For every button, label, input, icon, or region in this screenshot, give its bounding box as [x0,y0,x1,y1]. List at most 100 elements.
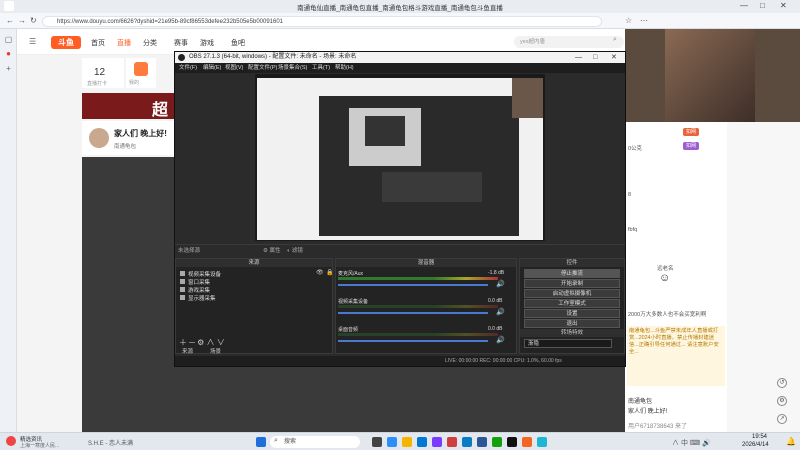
extensions-icon[interactable]: ⋯ [640,16,648,25]
streamer-tag[interactable]: 南通龟包 [114,142,136,150]
tabs-icon[interactable]: ▢ [3,35,14,46]
browser-title-bar: 南通龟仙直播_南通龟包直播_南通龟包格斗游戏直播_南通龟包斗鱼直播 — □ ✕ [0,0,800,13]
source-item[interactable]: 游戏采集 [180,286,210,294]
store-icon[interactable] [417,437,427,447]
share-icon[interactable]: ↗ [777,414,787,424]
settings-icon[interactable]: ⚙ [777,396,787,406]
taskbar-search[interactable]: 搜索 [270,436,360,448]
speaker-icon[interactable]: 🔊 [496,280,505,288]
menu-help[interactable]: 帮助(H) [335,63,354,73]
favorites-icon[interactable]: ☆ [625,16,632,25]
clock-time[interactable]: 19:54 [752,434,767,440]
media-title[interactable]: S.H.E - 恋人未满 [88,438,133,447]
nav-home[interactable]: 首页 [91,38,105,48]
speaker-icon[interactable]: 🔊 [496,308,505,316]
refresh-icon[interactable]: ↻ [30,16,37,25]
transition-select[interactable]: 渐隐 [524,339,612,348]
obs-minimize-button[interactable]: — [575,52,582,63]
obs-window: OBS 27.1.3 (64-bit, windows) - 配置文件: 未命名… [174,51,626,367]
room-banner: 超 [82,93,178,119]
app-icon[interactable] [522,437,532,447]
chat-badge: 扣网 [683,142,700,150]
app-icon[interactable] [432,437,442,447]
mixer-channel: 麦克风/Aux -1.8 dB 🔊 [338,270,505,288]
maximize-button[interactable]: □ [760,1,765,10]
studio-mode-button[interactable]: 工作室模式 [524,299,620,308]
obs-taskbar-icon[interactable] [507,437,517,447]
app-icon[interactable] [477,437,487,447]
notification-icon[interactable]: 🔔 [786,437,796,446]
app-icon[interactable] [462,437,472,447]
nav-fishbar[interactable]: 鱼吧 [231,38,245,48]
tab-sources[interactable]: 来源 [182,347,193,355]
nav-category[interactable]: 分类 [143,38,157,48]
settings-button[interactable]: 设置 [524,309,620,318]
clock-date[interactable]: 2026/4/14 [742,442,769,448]
webcam-feed [625,29,800,122]
chat-badge: 扣网 [683,128,700,136]
search-icon[interactable]: ⌕ [613,36,617,44]
fan-icon [134,62,148,76]
volume-slider[interactable] [338,340,488,342]
explorer-icon[interactable] [402,437,412,447]
source-item[interactable]: 窗口采集 [180,278,210,286]
menu-view[interactable]: 视图(V) [225,63,243,73]
obs-maximize-button[interactable]: □ [593,52,597,63]
url-input[interactable]: https://www.douyu.com/6626?dyshid=21e95b… [42,16,602,27]
follow-label: 直播打卡 [87,81,108,87]
speaker-icon[interactable]: 🔊 [496,336,505,344]
streamer-avatar[interactable] [89,128,109,148]
address-bar-row: ← → ↻ https://www.douyu.com/6626?dyshid=… [0,13,800,29]
app-icon[interactable] [537,437,547,447]
tab-scenes[interactable]: 场景 [210,347,221,355]
room-notice: 南通龟包...斗鱼严禁未成年人直播或打赏...2024小时直播，禁止传播封建迷信… [627,326,725,386]
news-icon[interactable] [6,436,16,446]
close-button[interactable]: ✕ [780,1,787,10]
visibility-icon[interactable]: 👁 [316,269,324,276]
mixer-title: 混音器 [336,259,516,267]
source-item[interactable]: 显示器采集 [180,294,216,302]
app-icon[interactable] [492,437,502,447]
app-icon[interactable] [447,437,457,447]
volume-slider[interactable] [338,284,488,286]
menu-file[interactable]: 文件(F) [179,63,197,73]
menu-edit[interactable]: 编辑(E) [203,63,221,73]
status-text: LIVE: 00:00:00 REC: 00:00:00 CPU: 1.0%, … [445,358,562,364]
virtual-camera-button[interactable]: 启动虚拟摄像机 [524,289,620,298]
obs-close-button[interactable]: ✕ [611,52,617,63]
edge-icon[interactable] [387,437,397,447]
task-view-icon[interactable] [372,437,382,447]
follow-count-card[interactable]: 12 直播打卡 [82,58,124,88]
no-source-label: 未选择源 [178,248,201,254]
start-recording-button[interactable]: 开始录制 [524,279,620,288]
back-icon[interactable]: ← [6,16,14,25]
new-tab-icon[interactable]: + [3,64,14,75]
tray-icons[interactable]: ∧ 中 ⌨ 🔊 [672,438,711,448]
douyu-search-input[interactable]: yes超内唐 [514,36,624,48]
history-icon[interactable]: ↺ [777,378,787,388]
nav-events[interactable]: 赛事 [174,38,188,48]
lock-icon[interactable]: 🔒 [326,269,333,276]
douyu-logo[interactable]: 斗鱼 [51,36,81,49]
minimize-button[interactable]: — [740,1,748,10]
stop-streaming-button[interactable]: 停止推流 [524,269,620,278]
douyu-tab-icon[interactable]: ● [3,49,14,60]
volume-slider[interactable] [338,312,488,314]
menu-profile[interactable]: 配置文件(P) [248,63,277,73]
properties-button[interactable]: ⚙ 属性 [263,245,280,257]
exit-button[interactable]: 退出 [524,319,620,328]
chat-panel: 扣网 扣网 0公克 8 fbfq 远老名 ☺ 2000万大多数人也不会买宽利啊 … [625,122,727,432]
nav-live[interactable]: 直播 [117,38,131,48]
nav-games[interactable]: 游戏 [200,38,214,48]
fan-label: 我的 [129,80,140,86]
menu-scene-collection[interactable]: 场景集合(S) [278,63,307,73]
fan-card[interactable]: 我的 [126,58,156,88]
controls-dock: 控件 停止推流 开始录制 启动虚拟摄像机 工作室模式 设置 退出 转场特效 渐隐 [519,258,625,354]
filters-button[interactable]: ◐ 滤镜 [287,245,303,257]
streamer-card: 家人们 晚上好! 南通龟包 [82,121,175,155]
source-item[interactable]: 视频采集设备 [180,270,221,278]
forward-icon[interactable]: → [18,16,26,25]
menu-tools[interactable]: 工具(T) [312,63,330,73]
windows-start-icon[interactable] [256,437,266,447]
menu-icon[interactable]: ☰ [29,37,36,46]
